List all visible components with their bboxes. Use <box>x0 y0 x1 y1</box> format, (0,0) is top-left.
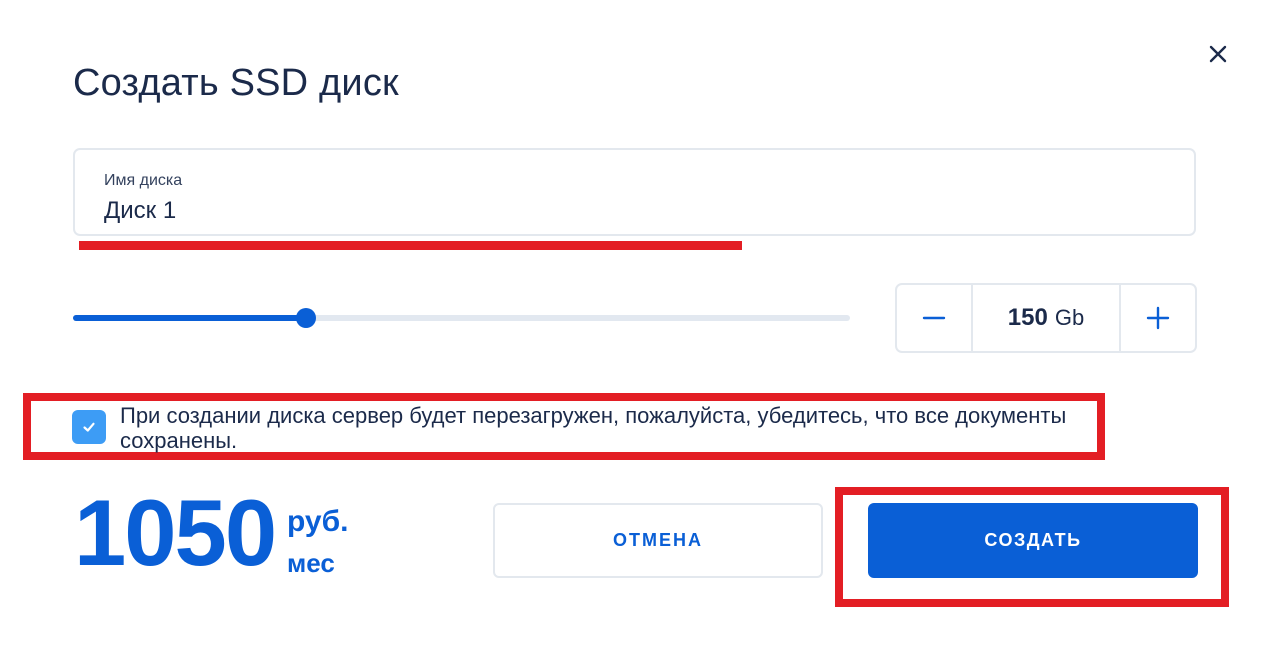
size-value-display[interactable]: 150 Gb <box>971 285 1121 351</box>
decrement-button[interactable] <box>897 285 971 351</box>
dialog-title: Создать SSD диск <box>73 62 399 104</box>
slider-fill <box>73 315 307 321</box>
price-amount: 1050 <box>74 480 277 585</box>
minus-icon <box>922 316 946 320</box>
annotation-underline <box>79 241 742 250</box>
size-value: 150 <box>1007 304 1048 331</box>
size-slider[interactable] <box>73 305 850 331</box>
disk-name-input[interactable] <box>104 197 1104 225</box>
confirm-checkbox[interactable] <box>72 410 106 444</box>
price-currency: руб. <box>287 505 349 538</box>
cancel-button[interactable]: ОТМЕНА <box>493 503 823 578</box>
disk-name-label: Имя диска <box>104 172 183 189</box>
warning-text: При создании диска сервер будет перезагр… <box>120 403 1067 453</box>
disk-name-field[interactable]: Имя диска <box>73 148 1196 236</box>
create-button[interactable]: СОЗДАТЬ <box>868 503 1198 578</box>
slider-thumb[interactable] <box>296 308 317 328</box>
size-stepper: 150 Gb <box>895 283 1197 353</box>
checkmark-icon <box>83 422 95 432</box>
plus-icon <box>1146 306 1170 330</box>
close-icon <box>1209 45 1227 63</box>
size-unit: Gb <box>1054 305 1085 330</box>
increment-button[interactable] <box>1121 285 1195 351</box>
close-button[interactable] <box>1204 40 1232 68</box>
price-period: мес <box>287 548 335 578</box>
